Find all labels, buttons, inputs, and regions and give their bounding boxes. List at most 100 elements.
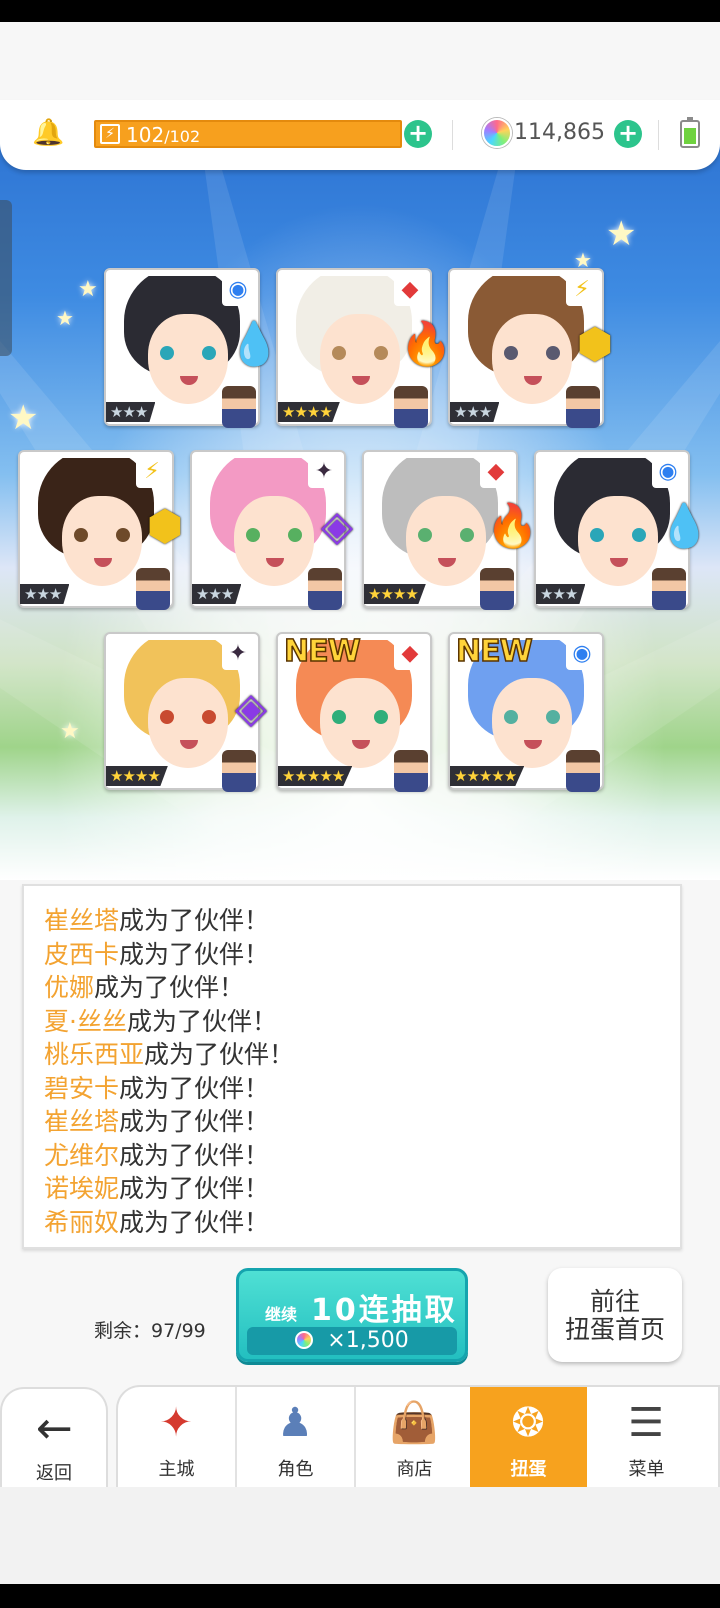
divider	[452, 120, 453, 150]
element-gem-icon: ⬢	[146, 501, 184, 550]
nav-label: 商店	[396, 1459, 433, 1480]
element-icon: ⚡	[136, 456, 168, 488]
log-suffix: 成为了伙伴！	[144, 1040, 295, 1069]
pixel-sprite-icon	[566, 750, 600, 792]
bottom-strip	[0, 1487, 720, 1584]
character-card[interactable]: ◉ 💧 ★★★	[534, 450, 710, 610]
back-arrow-icon: ←	[36, 1403, 73, 1454]
log-line: 皮西卡成为了伙伴！	[44, 938, 680, 972]
log-suffix: 成为了伙伴！	[119, 1174, 270, 1203]
character-card[interactable]: ⚡ ⬢ ★★★	[18, 450, 183, 610]
lightning-icon: ⚡	[100, 124, 120, 144]
pixel-sprite-icon	[480, 568, 514, 610]
character-name: 崔丝塔	[44, 1107, 120, 1136]
character-card[interactable]: ◉ ★★★★★ NEW	[448, 632, 604, 792]
nav-label: 角色	[277, 1459, 314, 1480]
add-gem-button[interactable]: +	[614, 120, 642, 148]
draw-label: 10连抽取	[311, 1293, 458, 1328]
log-line: 尤维尔成为了伙伴！	[44, 1139, 680, 1173]
element-icon: ◆	[394, 274, 426, 306]
log-line: 桃乐西亚成为了伙伴！	[44, 1038, 680, 1072]
character-name: 碧安卡	[44, 1073, 120, 1103]
nav-item-characters[interactable]: ♟ 角色	[237, 1387, 354, 1487]
shop-bag-icon: 👜	[389, 1400, 439, 1446]
divider	[658, 120, 659, 150]
character-card[interactable]: ◆ 🔥 ★★★★	[276, 268, 452, 428]
log-suffix: 成为了伙伴！	[119, 1207, 270, 1237]
draw-10-button[interactable]: 继续 10连抽取 ×1,500	[236, 1268, 468, 1362]
character-card[interactable]: ✦ ◈ ★★★	[190, 450, 353, 610]
nav-item-menu[interactable]: ☰ 菜单	[588, 1387, 705, 1487]
character-name: 夏·丝丝	[44, 1006, 127, 1036]
log-suffix: 成为了伙伴！	[94, 973, 245, 1002]
back-label: 返回	[36, 1463, 72, 1484]
element-icon: ◉	[652, 456, 684, 488]
sparkle-star-icon: ★	[60, 719, 80, 744]
sparkle-star-icon: ★	[78, 277, 98, 302]
bottom-system-bar	[0, 1584, 720, 1608]
remaining-count: 剩余：97/99	[94, 1320, 206, 1342]
element-icon: ◆	[394, 638, 426, 670]
character-card[interactable]: ✦ ◈ ★★★★	[104, 632, 267, 792]
add-energy-button[interactable]: +	[404, 120, 432, 148]
log-line: 崔丝塔成为了伙伴！	[44, 1105, 680, 1139]
star-rating: ★★★★	[106, 766, 168, 786]
log-line: 希丽奴成为了伙伴！	[44, 1206, 680, 1240]
character-card[interactable]: ◆ 🔥 ★★★★	[362, 450, 538, 610]
element-icon: ✦	[222, 638, 254, 670]
result-log[interactable]: 崔丝塔成为了伙伴！ 皮西卡成为了伙伴！ 优娜成为了伙伴！ 夏·丝丝成为了伙伴！ 桃乐西亚…	[22, 884, 682, 1249]
pixel-sprite-icon	[136, 568, 170, 610]
bell-icon[interactable]: 🔔	[32, 118, 64, 148]
gem-count: 114,865	[514, 120, 605, 145]
log-suffix: 成为了伙伴！	[119, 939, 270, 969]
log-line: 夏·丝丝成为了伙伴！	[44, 1005, 680, 1039]
side-drawer-handle[interactable]	[0, 200, 12, 356]
log-suffix: 成为了伙伴！	[119, 1140, 270, 1170]
log-suffix: 成为了伙伴！	[119, 1073, 270, 1103]
character-name: 桃乐西亚	[44, 1040, 145, 1069]
character-name: 尤维尔	[44, 1140, 120, 1170]
element-gem-icon: ⬢	[576, 319, 614, 368]
star-rating: ★★★★	[278, 402, 340, 422]
character-name: 诺埃妮	[44, 1174, 120, 1203]
nav-item-shop[interactable]: 👜 商店	[356, 1387, 473, 1487]
element-gem-icon: ◈	[234, 683, 268, 732]
nav-tabs: ✦ 主城 ♟ 角色 👜 商店 ❂ 扭蛋 ☰ 菜单	[116, 1385, 720, 1487]
pixel-sprite-icon	[566, 386, 600, 428]
pixel-sprite-icon	[222, 386, 256, 428]
nav-item-town[interactable]: ✦ 主城	[118, 1387, 235, 1487]
star-rating: ★★★★	[364, 584, 426, 604]
town-icon: ✦	[159, 1400, 193, 1446]
character-card[interactable]: ◆ ★★★★★ NEW	[276, 632, 432, 792]
back-button[interactable]: ← 返回	[0, 1387, 108, 1487]
gacha-result-stage: ★ ★ ★ ★ ★ ★ ◉ 💧 ★★★ ◆ 🔥 ★★★★ ⚡ ⬢ ★★★ ⚡ ⬢ ★★★ ✦ ◈ ★★★ ◆ 🔥…	[0, 100, 720, 880]
log-line: 优娜成为了伙伴！	[44, 971, 680, 1005]
star-rating: ★★★★★	[450, 766, 525, 786]
element-icon: ⚡	[566, 274, 598, 306]
nav-item-gacha[interactable]: ❂ 扭蛋	[470, 1387, 587, 1487]
character-name: 崔丝塔	[44, 906, 120, 935]
log-suffix: 成为了伙伴！	[119, 906, 270, 935]
sparkle-star-icon: ★	[8, 398, 39, 438]
resource-hud: 🔔 ⚡ 102/102 + 114,865 +	[0, 100, 720, 170]
new-badge: NEW	[283, 633, 361, 670]
goto-label-line2: 扭蛋首页	[564, 1315, 665, 1344]
goto-gacha-home-button[interactable]: 前往 扭蛋首页	[548, 1268, 682, 1362]
sparkle-star-icon: ★	[606, 214, 637, 254]
top-status-bar	[0, 0, 720, 22]
pixel-sprite-icon	[308, 568, 342, 610]
log-line: 碧安卡成为了伙伴！	[44, 1072, 680, 1106]
nav-label: 主城	[158, 1459, 195, 1480]
pixel-sprite-icon	[652, 568, 686, 610]
nav-label: 菜单	[628, 1459, 665, 1480]
character-name: 皮西卡	[44, 939, 120, 969]
star-rating: ★★★★★	[278, 766, 353, 786]
element-icon: ◉	[566, 638, 598, 670]
character-card[interactable]: ⚡ ⬢ ★★★	[448, 268, 613, 428]
log-line: 崔丝塔成为了伙伴！	[44, 904, 680, 938]
log-suffix: 成为了伙伴！	[126, 1006, 277, 1036]
element-gem-icon: 💧	[228, 319, 281, 368]
character-card[interactable]: ◉ 💧 ★★★	[104, 268, 280, 428]
character-name: 优娜	[44, 973, 95, 1002]
battery-icon	[680, 117, 700, 148]
